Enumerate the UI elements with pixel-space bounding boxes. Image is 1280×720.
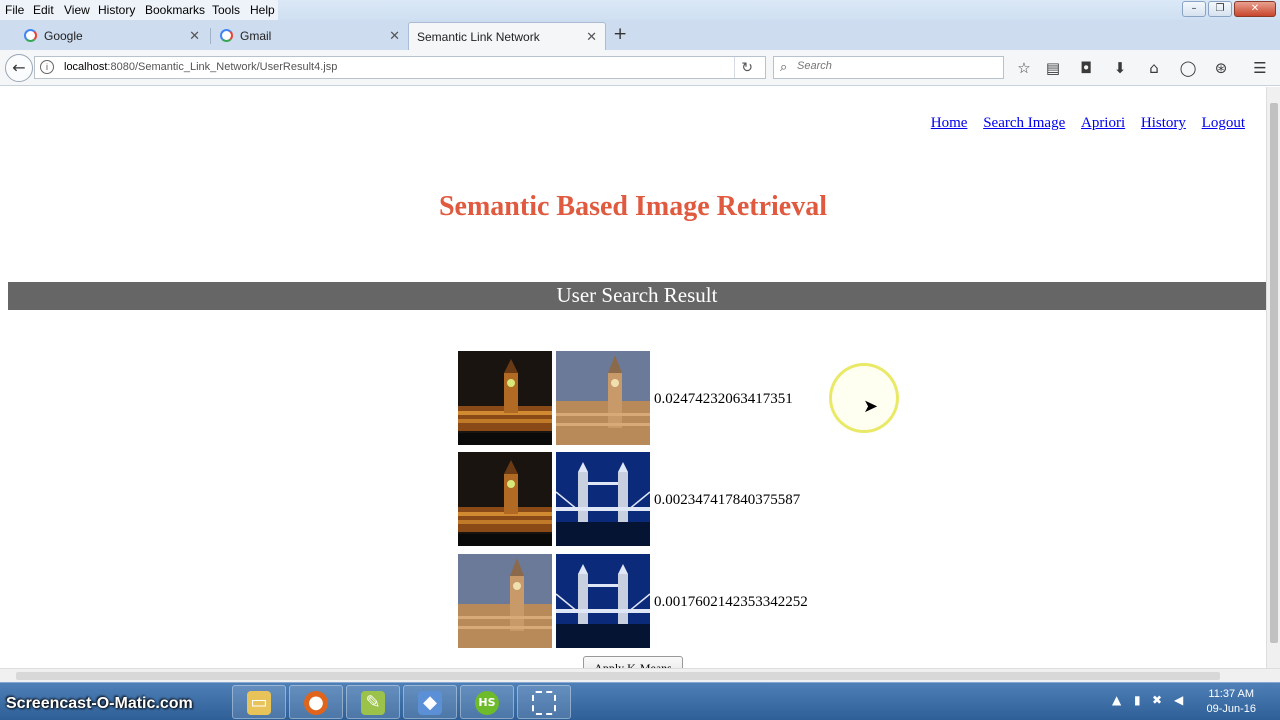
network-icon[interactable]: ✖: [1152, 693, 1162, 707]
menu-tools[interactable]: Tools: [212, 3, 240, 17]
menu-view[interactable]: View: [64, 3, 90, 17]
new-tab-icon[interactable]: +: [613, 24, 627, 44]
tab-semantic-link-network[interactable]: Semantic Link Network ✕: [408, 22, 606, 50]
thumbnail-big-ben-night: [458, 452, 552, 546]
menu-bookmarks[interactable]: Bookmarks: [145, 3, 205, 17]
minimize-button[interactable]: –: [1182, 1, 1206, 17]
search-icon: ⌕: [780, 59, 788, 74]
google-icon: [220, 29, 233, 42]
maximize-button[interactable]: ❐: [1208, 1, 1232, 17]
tab-close-icon[interactable]: ✕: [389, 28, 400, 44]
vertical-scroll-thumb[interactable]: [1270, 103, 1278, 643]
tab-close-icon[interactable]: ✕: [189, 28, 200, 44]
url-divider: [734, 57, 735, 78]
taskbar: ▭ ● ✎ ◆ HS Screencast-O-Matic.com ▲ ▮ ✖ …: [0, 682, 1280, 720]
tab-google[interactable]: Google ✕: [12, 22, 208, 50]
taskbar-virtualbox[interactable]: ◆: [403, 685, 457, 719]
tab-bar: Google ✕ Gmail ✕ Semantic Link Network ✕…: [0, 20, 1280, 50]
system-tray: ▲ ▮ ✖ ◀ 11:37 AM 09-Jun-16: [1100, 683, 1280, 720]
sync-icon[interactable]: ⊛: [1211, 58, 1231, 78]
clock-date: 09-Jun-16: [1206, 703, 1256, 715]
tab-label: Gmail: [240, 29, 272, 43]
taskbar-firefox[interactable]: ●: [289, 685, 343, 719]
hs-icon: HS: [475, 691, 499, 715]
close-window-button[interactable]: ✕: [1234, 1, 1276, 17]
menu-edit[interactable]: Edit: [33, 3, 54, 17]
result-row: 0.002347417840375587: [458, 452, 858, 546]
editor-icon: ✎: [361, 691, 385, 715]
thumbnail-big-ben-dusk: [458, 554, 552, 648]
apply-kmeans-button[interactable]: Apply K-Means: [583, 656, 683, 668]
thumbnail-big-ben-dusk: [556, 351, 650, 445]
home-icon[interactable]: ⌂: [1144, 58, 1164, 78]
navigation-toolbar: ← i localhost:8080/Semantic_Link_Network…: [0, 50, 1280, 86]
taskbar-capture[interactable]: [517, 685, 571, 719]
tab-label: Semantic Link Network: [417, 30, 540, 44]
menu-help[interactable]: Help: [250, 3, 275, 17]
address-bar[interactable]: i localhost:8080/Semantic_Link_Network/U…: [34, 56, 766, 79]
menu-bar: File Edit View History Bookmarks Tools H…: [0, 0, 1280, 20]
similarity-score: 0.002347417840375587: [654, 492, 801, 508]
browser-window: File Edit View History Bookmarks Tools H…: [0, 0, 1280, 720]
taskbar-explorer[interactable]: ▭: [232, 685, 286, 719]
nav-link-logout[interactable]: Logout: [1202, 115, 1245, 131]
menu-file[interactable]: File: [5, 3, 24, 17]
reading-list-icon[interactable]: ▤: [1043, 58, 1063, 78]
hamburger-menu-icon[interactable]: ☰: [1250, 58, 1270, 78]
horizontal-scroll-thumb[interactable]: [16, 672, 1220, 680]
horizontal-scrollbar[interactable]: [0, 668, 1280, 682]
downloads-icon[interactable]: ⬇: [1110, 58, 1130, 78]
bookmark-star-icon[interactable]: ☆: [1014, 58, 1034, 78]
google-icon: [24, 29, 37, 42]
capture-icon: [532, 691, 556, 715]
tab-gmail[interactable]: Gmail ✕: [208, 22, 408, 50]
taskbar-hs-app[interactable]: HS: [460, 685, 514, 719]
thumbnail-tower-bridge-night: [556, 554, 650, 648]
search-input[interactable]: [797, 60, 997, 72]
tab-label: Google: [44, 29, 83, 43]
nav-link-home[interactable]: Home: [931, 115, 968, 131]
volume-icon[interactable]: ◀: [1174, 693, 1183, 707]
vertical-scrollbar[interactable]: [1266, 87, 1280, 668]
result-row: 0.02474232063417351: [458, 351, 858, 445]
page-title: Semantic Based Image Retrieval: [438, 191, 828, 222]
battery-icon[interactable]: ▮: [1134, 693, 1141, 707]
tab-close-icon[interactable]: ✕: [586, 29, 597, 45]
mouse-cursor-icon: ➤: [863, 396, 879, 417]
thumbnail-tower-bridge-night: [556, 452, 650, 546]
screencast-watermark: Screencast-O-Matic.com: [6, 695, 193, 712]
result-row: 0.0017602142353342252: [458, 554, 858, 648]
menu-history[interactable]: History: [98, 3, 135, 17]
similarity-score: 0.0017602142353342252: [654, 594, 808, 610]
site-info-icon[interactable]: i: [40, 60, 54, 74]
url-path: :8080/Semantic_Link_Network/UserResult4.…: [107, 61, 338, 73]
clock-time: 11:37 AM: [1208, 688, 1255, 700]
chat-icon[interactable]: ◯: [1178, 58, 1198, 78]
similarity-score: 0.02474232063417351: [654, 391, 793, 407]
nav-link-apriori[interactable]: Apriori: [1081, 115, 1125, 131]
back-button[interactable]: ←: [5, 54, 33, 82]
taskbar-notepad[interactable]: ✎: [346, 685, 400, 719]
top-navigation: Home Search Image Apriori History Logout: [919, 115, 1245, 132]
page-content: Home Search Image Apriori History Logout…: [0, 87, 1266, 668]
firefox-icon: ●: [304, 691, 328, 715]
pocket-icon[interactable]: ◘: [1076, 58, 1096, 78]
reload-icon[interactable]: ↻: [741, 59, 753, 76]
search-box[interactable]: ⌕: [773, 56, 1004, 79]
section-header: User Search Result: [8, 282, 1266, 310]
tray-arrow-icon[interactable]: ▲: [1112, 693, 1121, 707]
cube-icon: ◆: [418, 691, 442, 715]
clock[interactable]: 11:37 AM 09-Jun-16: [1206, 687, 1256, 717]
nav-link-search-image[interactable]: Search Image: [983, 115, 1065, 131]
thumbnail-big-ben-night: [458, 351, 552, 445]
folder-icon: ▭: [247, 691, 271, 715]
nav-link-history[interactable]: History: [1141, 115, 1186, 131]
url-text: localhost:8080/Semantic_Link_Network/Use…: [64, 61, 337, 73]
url-host: localhost: [64, 61, 108, 73]
